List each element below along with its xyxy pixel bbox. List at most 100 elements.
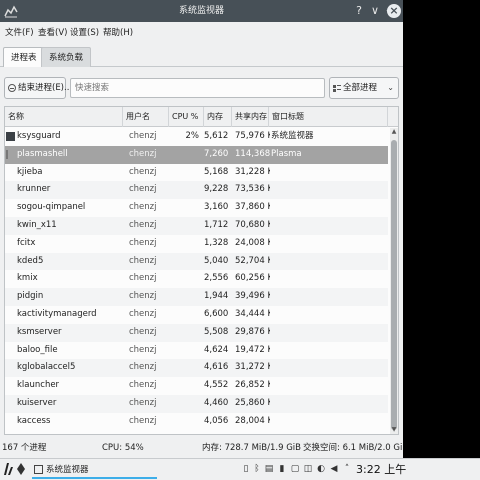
clipboard-icon[interactable]: ▯	[241, 463, 251, 475]
process-memory: 1,712 K	[204, 219, 230, 230]
process-name: plasmashell	[17, 148, 68, 159]
battery-icon[interactable]: ▮	[277, 463, 287, 475]
table-row[interactable]: plasmashell chenzj 7,260 K 114,368 KPlasma	[5, 145, 388, 164]
process-name: kded5	[17, 255, 44, 266]
clock[interactable]: 3:22 上午	[356, 459, 406, 480]
pager-icon[interactable]	[17, 463, 25, 475]
table-row[interactable]: krunner chenzj 9,228 K 73,536 K	[5, 181, 388, 200]
table-row[interactable]: kaccess chenzj 4,056 K 28,004 K	[5, 413, 388, 431]
status-bar: 167 个进程 CPU: 54% 内存: 728.7 MiB/1.9 GiB 交…	[0, 441, 403, 455]
process-name: klauncher	[17, 380, 60, 391]
column-header-name[interactable]: 名称	[5, 107, 123, 127]
system-monitor-window: 系统监视器 ? ∨ ◇ × 文件(F) 查看(V) 设置(S) 帮助(H) 进程…	[0, 0, 403, 458]
process-shared-memory: 70,680 K	[235, 219, 270, 230]
table-header: 名称 用户名 CPU % 内存 共享内存 窗口标题	[5, 107, 398, 127]
menu-view[interactable]: 查看(V)	[38, 25, 67, 41]
table-body: ksysguard chenzj 2% 5,612 K 75,976 K系统监视器 pla…	[5, 128, 388, 431]
process-user: chenzj	[129, 202, 157, 213]
table-row[interactable]: pidgin chenzj 1,944 K 39,496 K	[5, 288, 388, 306]
process-cpu	[169, 342, 201, 360]
process-window-title	[269, 199, 387, 217]
table-row[interactable]: kjieba chenzj 5,168 K 31,228 K	[5, 164, 388, 182]
table-row[interactable]: kactivitymanagerd chenzj 6,600 K 34,444 K	[5, 306, 388, 324]
process-cpu	[169, 359, 201, 377]
process-cpu	[169, 181, 201, 199]
table-row[interactable]: kded5 chenzj 5,040 K 52,704 K	[5, 252, 388, 271]
column-header-user[interactable]: 用户名	[123, 107, 169, 127]
scrollbar-thumb[interactable]	[391, 140, 397, 430]
process-shared-memory: 60,256 K	[235, 273, 270, 284]
process-user: chenzj	[129, 184, 157, 195]
table-row[interactable]: kuiserver chenzj 4,460 K 25,860 K	[5, 394, 388, 413]
table-row[interactable]: kglobalaccel5 chenzj 4,616 K 31,272 K	[5, 359, 388, 378]
column-header-memory[interactable]: 内存	[204, 107, 232, 127]
title-bar[interactable]: 系统监视器 ? ∨ ◇ ×	[0, 0, 403, 22]
process-shared-memory: 75,976 K	[235, 131, 270, 141]
task-label: 系统监视器	[46, 465, 89, 475]
process-memory: 5,168 K	[204, 166, 230, 177]
process-icon	[6, 328, 15, 337]
end-process-button[interactable]: 结束进程(E)...	[4, 77, 72, 99]
process-cpu	[169, 199, 201, 217]
process-cpu	[169, 288, 201, 306]
volume-icon[interactable]: ◐	[316, 463, 326, 475]
process-memory: 4,056 K	[204, 415, 230, 426]
task-system-monitor[interactable]: 系统监视器	[32, 461, 157, 479]
table-row[interactable]: kmix chenzj 2,556 K 60,256 K	[5, 270, 388, 288]
close-button[interactable]: ×	[387, 4, 401, 18]
monitor-icon	[34, 465, 43, 474]
device-icon[interactable]: ▢	[290, 463, 300, 475]
app-launcher-icon[interactable]	[2, 462, 14, 476]
table-row[interactable]: ksysguard chenzj 2% 5,612 K 75,976 K系统监视器	[5, 128, 388, 146]
process-cpu	[169, 253, 201, 271]
process-name: kmix	[17, 273, 38, 284]
process-shared-memory: 31,272 K	[235, 362, 270, 373]
process-icon	[6, 257, 15, 266]
table-row[interactable]: ksmserver chenzj 5,508 K 29,876 K	[5, 323, 388, 342]
process-user: chenzj	[129, 326, 157, 337]
process-window-title	[269, 235, 387, 253]
end-process-label: 结束进程(E)...	[18, 83, 73, 93]
tab-system-load[interactable]: 系统负载	[41, 47, 92, 67]
menu-settings[interactable]: 设置(S)	[70, 25, 99, 41]
column-header-shared-memory[interactable]: 共享内存	[232, 107, 269, 127]
arrow-up-icon[interactable]: ˄	[342, 463, 352, 475]
help-button[interactable]: ?	[351, 3, 367, 19]
process-memory: 2,556 K	[204, 273, 230, 284]
process-name: kactivitymanagerd	[17, 308, 97, 319]
process-shared-memory: 29,876 K	[235, 326, 270, 337]
scroll-down-icon[interactable]: ▼	[390, 426, 398, 434]
notes-icon[interactable]: ▤	[264, 463, 274, 475]
column-header-window-title[interactable]: 窗口标题	[269, 107, 388, 127]
column-header-cpu[interactable]: CPU %	[169, 107, 204, 127]
process-icon	[6, 346, 15, 355]
network-icon[interactable]: ◫	[303, 463, 313, 475]
process-window-title	[269, 288, 387, 306]
process-user: chenzj	[129, 166, 157, 177]
tab-process-table[interactable]: 进程表	[3, 47, 45, 67]
search-input[interactable]	[70, 78, 325, 98]
table-row[interactable]: kwin_x11 chenzj 1,712 K 70,680 K	[5, 216, 388, 235]
process-memory: 6,600 K	[204, 308, 230, 319]
process-cpu	[169, 413, 201, 431]
vertical-scrollbar[interactable]: ▲ ▼	[390, 128, 398, 434]
table-row[interactable]: fcitx chenzj 1,328 K 24,008 K	[5, 235, 388, 253]
process-shared-memory: 39,496 K	[235, 291, 270, 302]
speaker-icon[interactable]: ◀	[329, 463, 339, 475]
process-icon	[6, 417, 15, 426]
minimize-button[interactable]: ∨	[367, 3, 383, 19]
menu-help[interactable]: 帮助(H)	[103, 25, 133, 41]
process-window-title	[269, 395, 387, 413]
process-name: baloo_file	[17, 344, 58, 355]
process-filter-select[interactable]: 全部进程 ⌄	[329, 77, 399, 99]
table-row[interactable]: klauncher chenzj 4,552 K 26,852 K	[5, 377, 388, 395]
table-row[interactable]: sogou-qimpanel chenzj 3,160 K 37,860 K	[5, 199, 388, 217]
process-user: chenzj	[129, 255, 157, 266]
menu-file[interactable]: 文件(F)	[5, 25, 34, 41]
table-row[interactable]: baloo_file chenzj 4,624 K 19,472 K	[5, 342, 388, 360]
process-count: 167 个进程	[2, 443, 47, 453]
scroll-up-icon[interactable]: ▲	[390, 128, 398, 136]
process-name: pidgin	[17, 291, 44, 302]
process-icon	[6, 363, 15, 372]
bluetooth-icon[interactable]: ᛒ	[252, 463, 262, 475]
